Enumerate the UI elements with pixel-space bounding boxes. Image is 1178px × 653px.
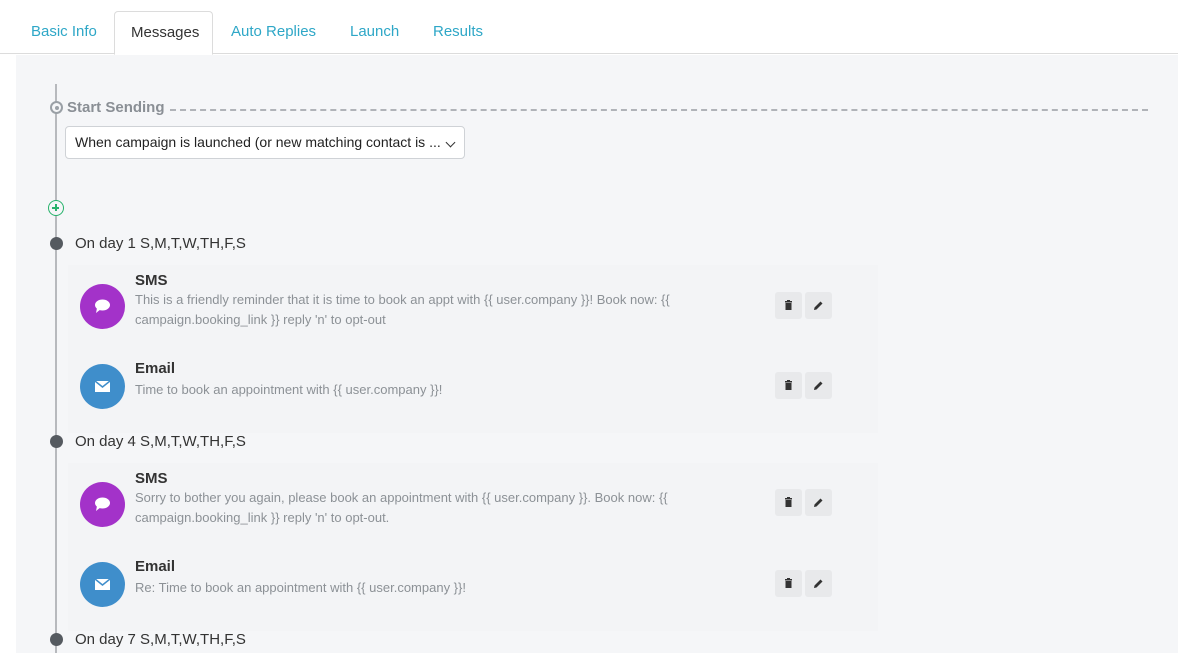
chat-bubble-icon: [95, 299, 110, 313]
day-dot-icon: [50, 237, 63, 250]
start-circle-icon: [50, 101, 63, 114]
message-body: Time to book an appointment with {{ user…: [135, 382, 443, 397]
chevron-down-icon: [445, 137, 456, 148]
edit-button[interactable]: [805, 489, 832, 516]
pencil-icon: [814, 381, 823, 390]
message-card: Email Time to book an appointment with {…: [68, 349, 878, 433]
pencil-icon: [814, 301, 823, 310]
email-avatar: [80, 364, 125, 409]
tab-results[interactable]: Results: [417, 11, 499, 55]
add-step-icon[interactable]: [48, 200, 64, 216]
start-trigger-select[interactable]: When campaign is launched (or new matchi…: [65, 126, 465, 159]
message-body: This is a friendly reminder that it is t…: [135, 292, 670, 327]
timeline-rail: [55, 84, 57, 653]
start-sending-label: Start Sending: [67, 99, 165, 116]
message-body: Re: Time to book an appointment with {{ …: [135, 580, 466, 595]
day-label: On day 4 S,M,T,W,TH,F,S: [75, 433, 246, 450]
trash-icon: [785, 497, 792, 507]
day-label: On day 7 S,M,T,W,TH,F,S: [75, 631, 246, 648]
trash-icon: [785, 578, 792, 588]
sms-avatar: [80, 284, 125, 329]
delete-button[interactable]: [775, 292, 802, 319]
trash-icon: [785, 300, 792, 310]
chat-bubble-icon: [95, 497, 110, 511]
pencil-icon: [814, 579, 823, 588]
message-card: SMS This is a friendly reminder that it …: [68, 265, 878, 349]
message-type: SMS: [135, 470, 168, 487]
message-card: SMS Sorry to bother you again, please bo…: [68, 463, 878, 547]
envelope-icon: [94, 578, 111, 590]
trash-icon: [785, 380, 792, 390]
message-type: SMS: [135, 272, 168, 289]
edit-button[interactable]: [805, 292, 832, 319]
tab-bar: Basic Info Messages Auto Replies Launch …: [0, 0, 1178, 55]
tab-auto-replies[interactable]: Auto Replies: [215, 11, 332, 55]
message-type: Email: [135, 360, 176, 377]
message-type: Email: [135, 558, 176, 575]
start-trigger-value: When campaign is launched (or new matchi…: [75, 134, 441, 150]
delete-button[interactable]: [775, 372, 802, 399]
tab-messages[interactable]: Messages: [114, 11, 213, 55]
tab-launch[interactable]: Launch: [334, 11, 415, 55]
day-label: On day 1 S,M,T,W,TH,F,S: [75, 235, 246, 252]
sms-avatar: [80, 482, 125, 527]
pencil-icon: [814, 498, 823, 507]
envelope-icon: [94, 380, 111, 392]
message-body: Sorry to bother you again, please book a…: [135, 490, 668, 525]
start-divider: [170, 109, 1148, 111]
day-dot-icon: [50, 435, 63, 448]
tab-basic-info[interactable]: Basic Info: [15, 11, 113, 55]
delete-button[interactable]: [775, 570, 802, 597]
edit-button[interactable]: [805, 570, 832, 597]
edit-button[interactable]: [805, 372, 832, 399]
message-card: Email Re: Time to book an appointment wi…: [68, 547, 878, 631]
day-dot-icon: [50, 633, 63, 646]
email-avatar: [80, 562, 125, 607]
delete-button[interactable]: [775, 489, 802, 516]
